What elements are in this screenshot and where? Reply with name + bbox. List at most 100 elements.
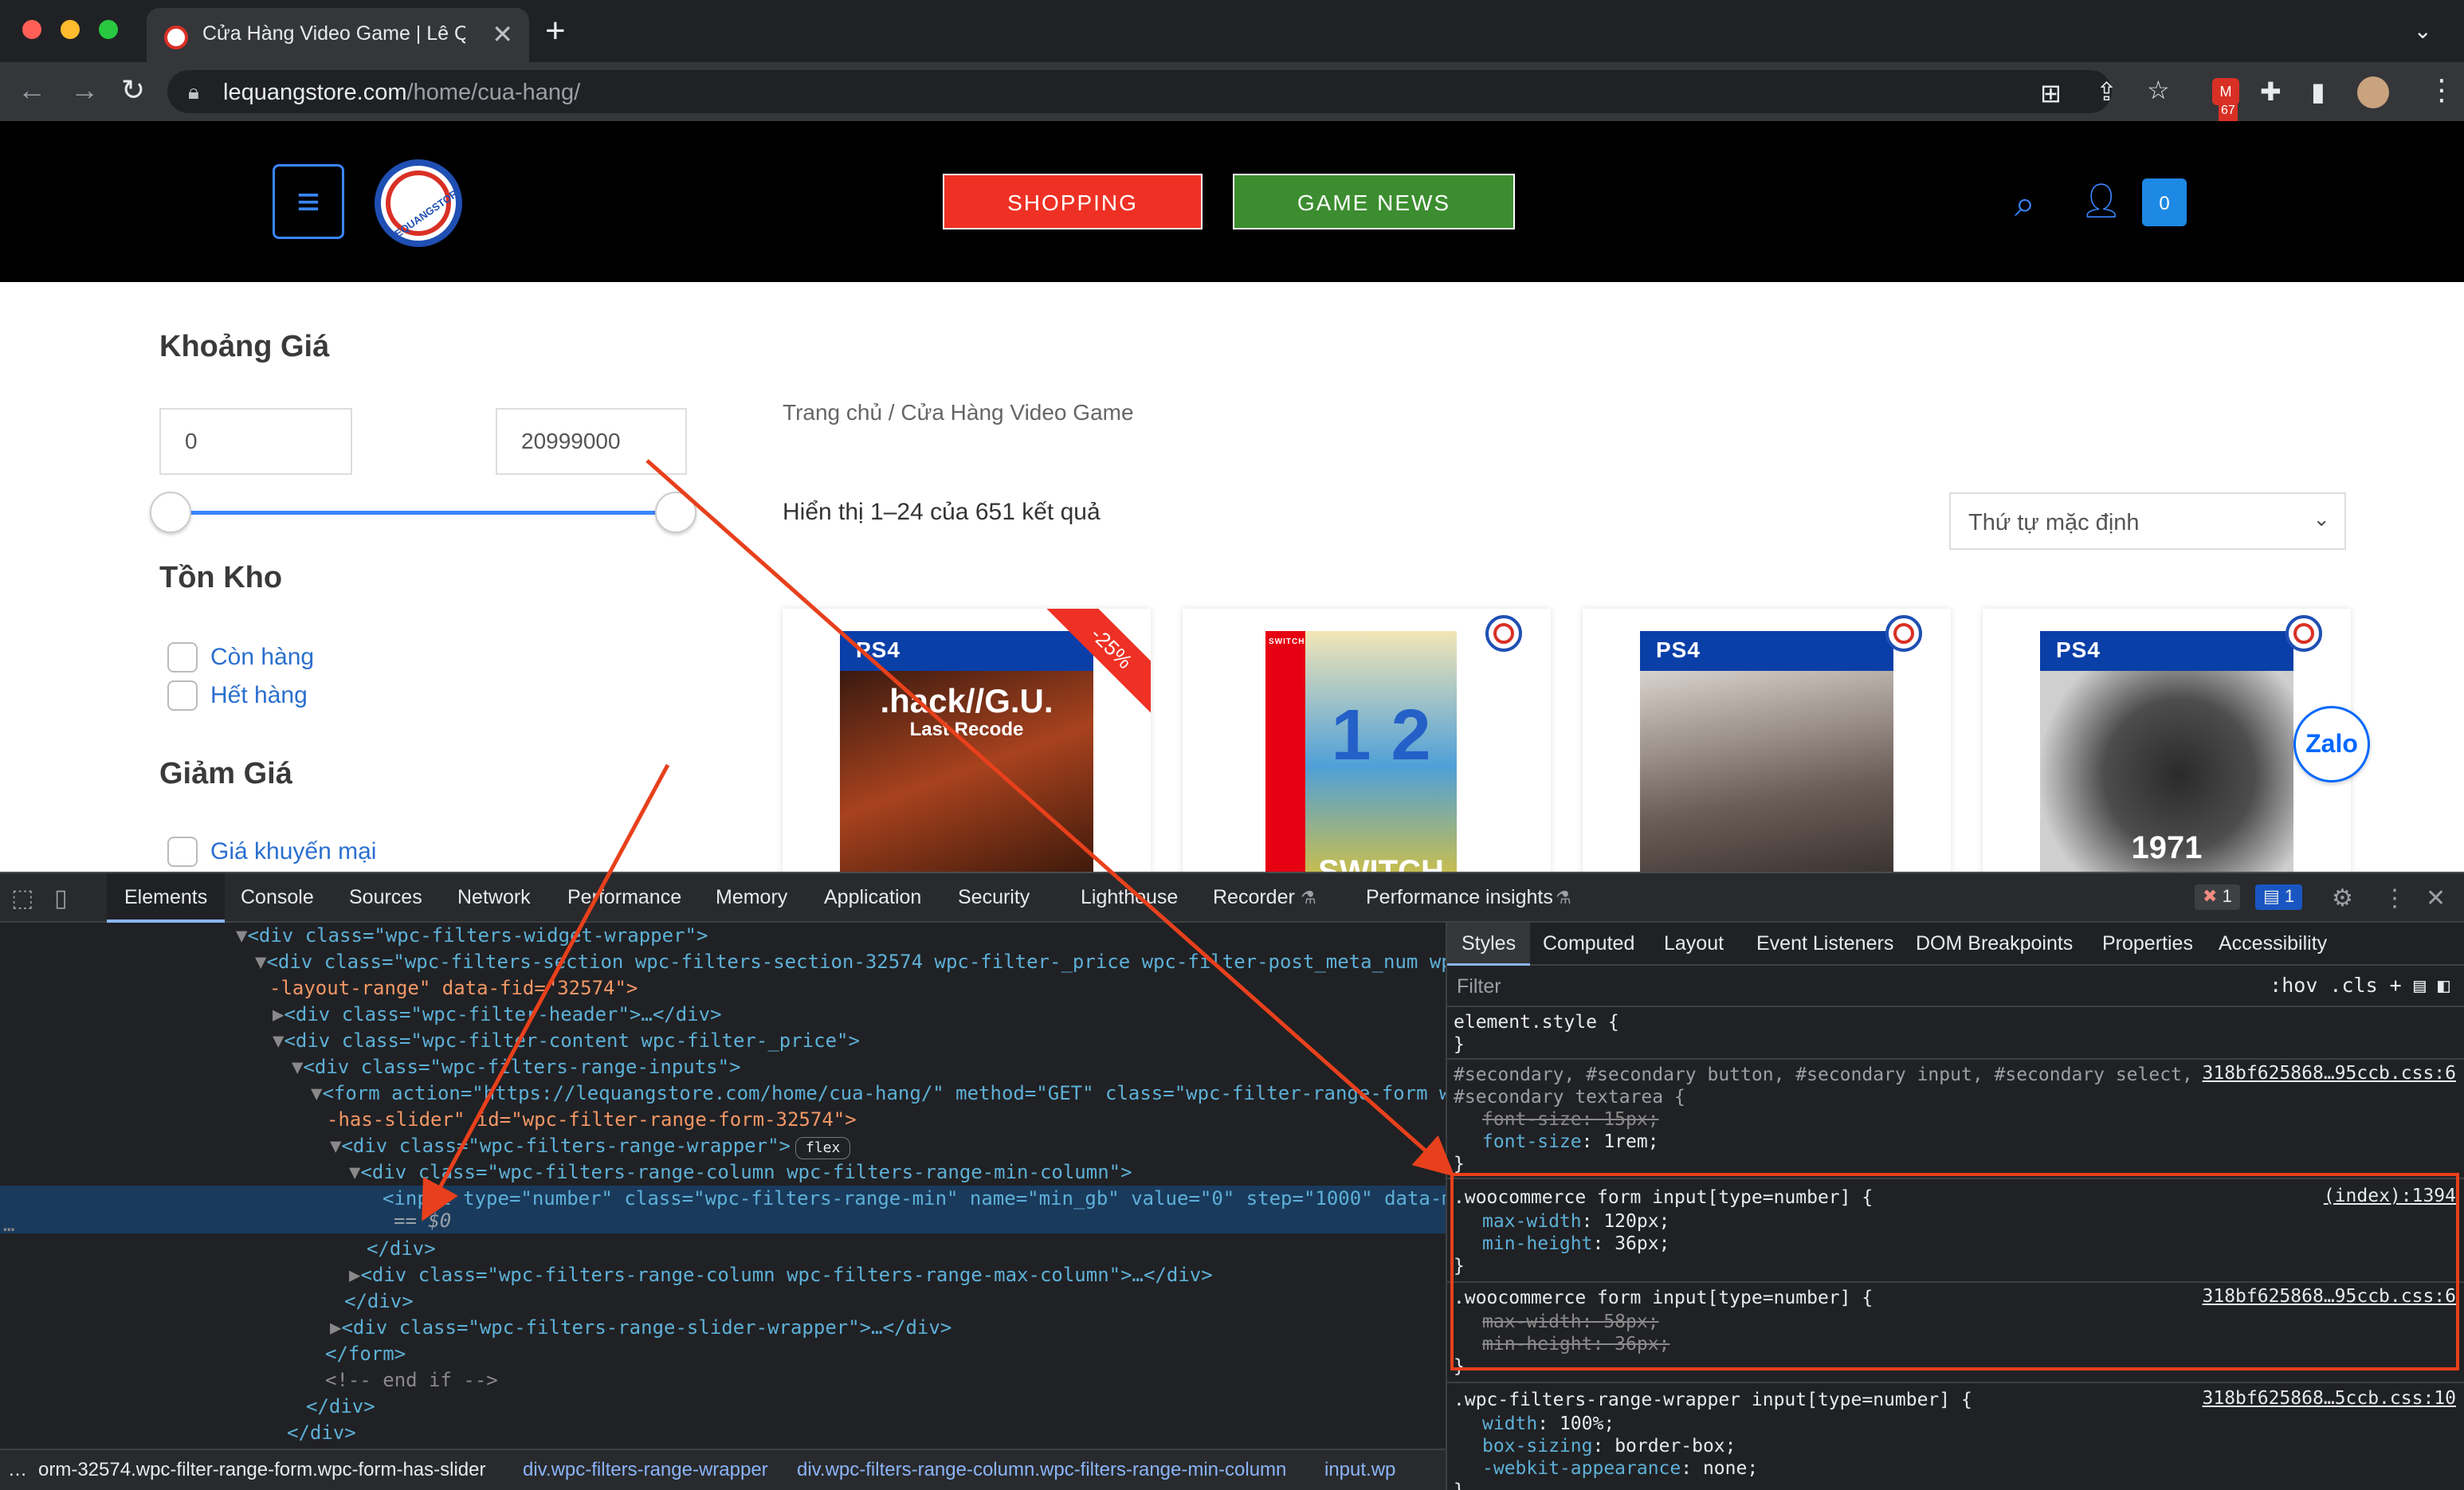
tab-accessibility[interactable]: Accessibility [2219,932,2327,955]
price-max-input[interactable]: 20999000 [496,408,687,475]
error-count-badge[interactable]: ✖ 1 [2195,884,2240,910]
inspect-element-icon[interactable]: ⬚ [11,884,33,912]
product-cover-image[interactable]: PS4 .hack//G.U. Last Recode [840,631,1093,872]
tab-lighthouse[interactable]: Lighthouse [1081,886,1178,909]
dom-node[interactable]: -has-slider" id="wpc-filter-range-form-3… [0,1107,1446,1133]
checkbox-label[interactable]: Còn hàng [210,644,314,671]
dom-breadcrumb-item[interactable]: input.wp [1324,1450,1395,1490]
dom-node[interactable]: </form> [0,1341,1446,1367]
dom-node[interactable]: ▼<form action="https://lequangstore.com/… [0,1080,1446,1107]
element-style-rule[interactable]: element.style { [1454,1010,2459,1034]
dom-comment[interactable]: <!-- end if --> [0,1367,1446,1394]
dom-node[interactable]: ▶<div class="wpc-filter-header">…</div> [0,1002,1446,1028]
paint-icon[interactable]: ▤ [2414,974,2426,997]
product-cover-image[interactable]: PS4 1971 [2040,631,2293,872]
tab-security[interactable]: Security [958,886,1030,909]
price-slider-max-handle[interactable] [655,492,696,533]
rule-source-link[interactable]: 318bf625868…5ccb.css:10 [2203,1388,2457,1409]
toggle-sidebar-icon[interactable]: ◧ [2438,974,2450,997]
tab-application[interactable]: Application [824,886,921,909]
dom-node[interactable]: -layout-range" data-fid="32574"> [0,975,1446,1002]
dom-node[interactable]: ▶<div class="wpc-filters-range-column wp… [0,1262,1446,1288]
dom-node[interactable]: ▼<div class="wpc-filter-content wpc-filt… [0,1028,1446,1054]
checkbox-label[interactable]: Giá khuyến mại [210,838,376,865]
dom-node[interactable]: </div> [0,1288,1446,1315]
close-tab-icon[interactable]: ✕ [492,19,513,49]
styles-filter-tools[interactable]: :hov .cls + ▤ ◧ [2270,974,2450,997]
extensions-puzzle-icon[interactable]: ✚ [2260,76,2282,107]
dom-breadcrumb-item[interactable]: div.wpc-filters-range-wrapper [523,1450,768,1490]
settings-gear-icon[interactable]: ⚙ [2332,884,2353,912]
close-devtools-icon[interactable]: ✕ [2426,884,2446,912]
browser-menu-icon[interactable]: ⋮ [2427,73,2456,107]
zalo-chat-button[interactable]: Zalo [2293,706,2370,782]
css-property[interactable]: -webkit-appearance: none; [1454,1457,2459,1480]
css-property[interactable]: font-size: 1rem; [1454,1130,2459,1154]
checkbox-label[interactable]: Hết hàng [210,682,308,709]
price-slider-min-handle[interactable] [150,492,191,533]
price-min-input[interactable]: 0 [159,408,352,475]
message-count-badge[interactable]: ▤ 1 [2255,884,2303,910]
dom-node-selected[interactable]: … <input type="number" class="wpc-filter… [0,1186,1446,1236]
sort-order-select[interactable]: Thứ tự mặc định ⌄ [1949,492,2346,550]
translate-icon[interactable]: ⊞ [2040,78,2062,108]
tab-memory[interactable]: Memory [716,886,787,909]
profile-avatar[interactable] [2357,76,2389,108]
extension-mail-icon[interactable]: M 67 [2212,78,2239,124]
product-card[interactable]: SWITCH 1 2 SWITCH [1183,609,1551,872]
dom-breadcrumb-item[interactable]: div.wpc-filters-range-column.wpc-filters… [797,1450,1286,1490]
overridden-property[interactable]: font-size: 15px; [1454,1108,2459,1131]
styles-filter-input[interactable]: Filter [1457,975,1501,998]
tab-recorder[interactable]: Recorder [1213,886,1295,909]
dom-node[interactable]: </div> [0,1394,1446,1420]
css-property[interactable]: width: 100%; [1454,1412,2459,1436]
tab-computed[interactable]: Computed [1543,932,1634,955]
forward-arrow-icon[interactable]: → [70,73,99,107]
rule-selector[interactable]: #secondary textarea { [1454,1085,2459,1109]
reload-icon[interactable]: ↻ [121,73,145,107]
product-cover-image[interactable]: PS4 [1640,631,1893,872]
tab-properties[interactable]: Properties [2102,932,2193,955]
tab-sources[interactable]: Sources [349,886,422,909]
side-panel-icon[interactable]: ▮ [2311,76,2325,107]
more-options-icon[interactable]: ⋮ [2383,884,2407,912]
dom-node[interactable]: ▼<div class="wpc-filters-range-inputs"> [0,1054,1446,1080]
close-window-button[interactable] [22,20,41,39]
checkbox-box[interactable] [167,680,198,711]
tab-elements[interactable]: Elements [107,873,226,923]
dom-node[interactable]: ▼<div class="wpc-filters-section wpc-fil… [0,949,1446,975]
product-cover-image[interactable]: SWITCH 1 2 SWITCH [1265,631,1457,872]
search-icon[interactable]: ⌕ [2015,182,2035,226]
checkbox-box[interactable] [167,642,198,672]
cart-button[interactable]: 0 [2142,178,2187,226]
tab-layout[interactable]: Layout [1664,932,1724,955]
bookmark-star-icon[interactable]: ☆ [2147,75,2170,105]
dom-node[interactable]: ▼<div class="wpc-filters-widget-wrapper"… [0,923,1446,949]
product-card[interactable]: PS4 [1583,609,1951,872]
address-bar[interactable]: 🔒︎ lequangstore.com/home/cua-hang/ ⊞ ⇪ ☆ [167,70,2170,113]
price-slider-track[interactable] [169,511,676,515]
browser-tab-active[interactable]: Cửa Hàng Video Game | Lê Qu ✕ [147,8,529,64]
dom-breadcrumb-item[interactable]: orm-32574.wpc-filter-range-form.wpc-form… [38,1450,485,1490]
rule-source-link[interactable]: 318bf625868…95ccb.css:6 [2203,1063,2457,1084]
tab-performance-insights[interactable]: Performance insights [1366,886,1553,909]
css-property[interactable]: box-sizing: border-box; [1454,1434,2459,1458]
shopping-nav-button[interactable]: SHOPPING [943,174,1203,229]
dom-node[interactable]: ▼<div class="wpc-filters-range-column wp… [0,1159,1446,1186]
tab-styles[interactable]: Styles [1447,923,1531,966]
flex-badge[interactable]: flex [795,1137,851,1159]
tab-network[interactable]: Network [457,886,531,909]
share-icon[interactable]: ⇪ [2096,76,2117,107]
dom-node[interactable]: ▶<div class="wpc-filters-range-slider-wr… [0,1315,1446,1341]
checkbox-box[interactable] [167,837,198,867]
tab-performance[interactable]: Performance [567,886,681,909]
tab-console[interactable]: Console [241,886,314,909]
dom-node[interactable]: </div> [0,1236,1446,1262]
dom-node[interactable]: ▼<div class="wpc-filters-range-wrapper">… [0,1133,1446,1159]
site-logo[interactable]: LEQUANGSTORE [375,159,462,247]
hamburger-menu-icon[interactable]: ≡ [273,164,344,239]
game-news-nav-button[interactable]: GAME NEWS [1233,174,1515,229]
minimize-window-button[interactable] [61,20,80,39]
user-account-icon[interactable]: 👤︎ [2080,182,2122,221]
product-card[interactable]: PS4 .hack//G.U. Last Recode -25% [783,609,1151,872]
